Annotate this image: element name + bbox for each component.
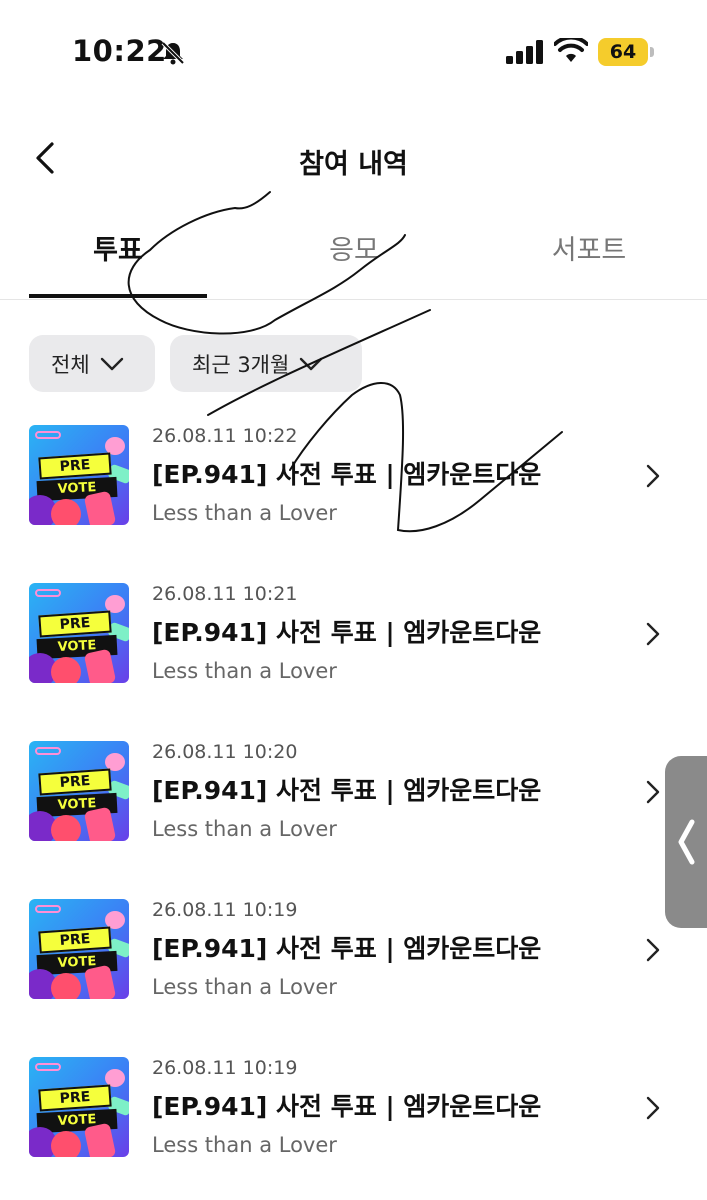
- prevote-thumbnail: PRE VOTE: [29, 741, 129, 841]
- bell-off-icon: [161, 41, 185, 65]
- chevron-right-icon: [646, 464, 660, 488]
- tab-apply[interactable]: 응모: [265, 222, 443, 298]
- thumbnail-pre-text: PRE: [38, 926, 112, 954]
- thumbnail-pre-text: PRE: [38, 452, 112, 480]
- item-subtitle: Less than a Lover: [152, 501, 337, 525]
- filter-period-label: 최근 3개월: [192, 352, 290, 377]
- chevron-down-icon: [300, 357, 323, 370]
- page-title: 참여 내역: [299, 149, 408, 180]
- item-title: [EP.941] 사전 투표 | 엠카운트다운: [152, 460, 542, 489]
- tab-vote[interactable]: 투표: [29, 222, 207, 298]
- filter-all-dropdown[interactable]: 전체: [29, 335, 155, 392]
- prevote-thumbnail: PRE VOTE: [29, 899, 129, 999]
- list-item[interactable]: PRE VOTE 26.08.11 10:20 [EP.941] 사전 투표 |…: [0, 726, 707, 884]
- list-item[interactable]: PRE VOTE 26.08.11 10:22 [EP.941] 사전 투표 |…: [0, 410, 707, 568]
- item-date: 26.08.11 10:21: [152, 583, 298, 605]
- tab-bar: 투표 응모 서포트: [0, 222, 707, 300]
- item-title: [EP.941] 사전 투표 | 엠카운트다운: [152, 618, 542, 647]
- prevote-thumbnail: PRE VOTE: [29, 425, 129, 525]
- item-subtitle: Less than a Lover: [152, 659, 337, 683]
- wifi-icon: [554, 38, 588, 62]
- list-item[interactable]: PRE VOTE 26.08.11 10:21 [EP.941] 사전 투표 |…: [0, 568, 707, 726]
- thumbnail-pre-text: PRE: [38, 1084, 112, 1112]
- prevote-thumbnail: PRE VOTE: [29, 583, 129, 683]
- status-bar: 10:22 64: [0, 0, 707, 100]
- battery-nub: [650, 47, 654, 57]
- side-drawer-handle[interactable]: [665, 756, 707, 928]
- tab-support[interactable]: 서포트: [500, 222, 678, 298]
- chevron-right-icon: [646, 938, 660, 962]
- chevron-left-icon: [678, 819, 695, 865]
- list-item[interactable]: PRE VOTE 26.08.11 10:19 [EP.941] 사전 투표 |…: [0, 884, 707, 1042]
- tab-indicator: [29, 294, 207, 298]
- status-time: 10:22: [72, 34, 167, 68]
- item-subtitle: Less than a Lover: [152, 817, 337, 841]
- prevote-thumbnail: PRE VOTE: [29, 1057, 129, 1157]
- chevron-right-icon: [646, 622, 660, 646]
- item-date: 26.08.11 10:19: [152, 899, 298, 921]
- item-subtitle: Less than a Lover: [152, 975, 337, 999]
- item-title: [EP.941] 사전 투표 | 엠카운트다운: [152, 1092, 542, 1121]
- item-title: [EP.941] 사전 투표 | 엠카운트다운: [152, 776, 542, 805]
- battery-indicator: 64: [598, 38, 648, 66]
- header: 참여 내역: [0, 120, 707, 196]
- chevron-down-icon: [100, 357, 123, 370]
- filter-period-dropdown[interactable]: 최근 3개월: [170, 335, 362, 392]
- chevron-right-icon: [646, 780, 660, 804]
- thumbnail-pre-text: PRE: [38, 610, 112, 638]
- list-item[interactable]: PRE VOTE 26.08.11 10:19 [EP.941] 사전 투표 |…: [0, 1042, 707, 1200]
- item-date: 26.08.11 10:19: [152, 1057, 298, 1079]
- thumbnail-pre-text: PRE: [38, 768, 112, 796]
- chevron-right-icon: [646, 1096, 660, 1120]
- cellular-signal-icon: [506, 40, 543, 64]
- item-title: [EP.941] 사전 투표 | 엠카운트다운: [152, 934, 542, 963]
- item-subtitle: Less than a Lover: [152, 1133, 337, 1157]
- item-date: 26.08.11 10:20: [152, 741, 298, 763]
- item-date: 26.08.11 10:22: [152, 425, 298, 447]
- filter-all-label: 전체: [51, 352, 90, 377]
